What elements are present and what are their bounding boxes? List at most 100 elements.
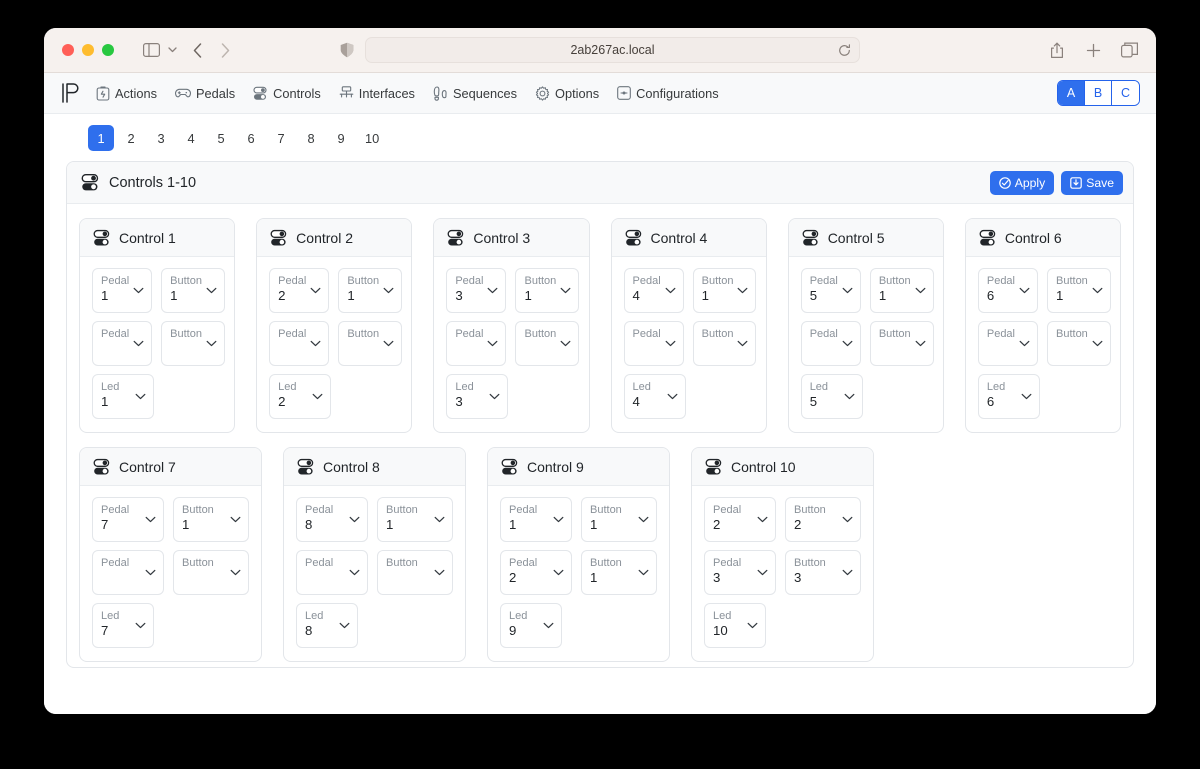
button-select[interactable]: Button 1 xyxy=(161,268,225,313)
nav-item-controls[interactable]: Controls xyxy=(253,86,321,101)
browser-toolbar-right xyxy=(1044,37,1142,63)
shield-icon[interactable] xyxy=(340,42,354,58)
button-select[interactable]: Button xyxy=(161,321,225,366)
pedal-select[interactable]: Pedal xyxy=(446,321,507,366)
save-button[interactable]: Save xyxy=(1061,170,1123,195)
pedal-select[interactable]: Pedal 7 xyxy=(92,497,164,542)
pedal-select[interactable]: Pedal 3 xyxy=(446,268,507,313)
controls-row-2: Control 7 Pedal 7 Button 1 Pedal Button Led 7 Co… xyxy=(79,447,1121,662)
led-select[interactable]: Led 5 xyxy=(800,374,863,419)
apply-button[interactable]: Apply xyxy=(989,170,1055,195)
button-select[interactable]: Button xyxy=(173,550,249,595)
pedal-select[interactable]: Pedal 5 xyxy=(800,268,861,313)
button-select[interactable]: Button xyxy=(692,321,757,366)
pedal-select[interactable]: Pedal xyxy=(623,321,684,366)
page-button-7[interactable]: 7 xyxy=(268,125,294,151)
page-button-1[interactable]: 1 xyxy=(88,125,114,151)
button-select[interactable]: Button xyxy=(869,321,934,366)
button-select[interactable]: Button xyxy=(515,321,580,366)
control-card-body: Pedal 3 Button 1 Pedal Button Led 3 xyxy=(434,257,588,432)
pedal-select[interactable]: Pedal xyxy=(296,550,368,595)
led-select[interactable]: Led 9 xyxy=(500,603,562,648)
led-select[interactable]: Led 10 xyxy=(704,603,766,648)
led-select[interactable]: Led 2 xyxy=(269,374,332,419)
button-select[interactable]: Button 3 xyxy=(785,550,861,595)
button-select[interactable]: Button 1 xyxy=(515,268,580,313)
pedal-select[interactable]: Pedal xyxy=(92,321,153,366)
control-card-title: Control 3 xyxy=(473,229,531,246)
chevron-down-icon xyxy=(911,340,926,347)
button-select[interactable]: Button 1 xyxy=(377,497,453,542)
button-select[interactable]: Button xyxy=(377,550,453,595)
pedal-select[interactable]: Pedal 6 xyxy=(977,268,1038,313)
control-card-header: Control 3 xyxy=(434,219,589,257)
pedal-select[interactable]: Pedal xyxy=(92,550,164,595)
page-button-8[interactable]: 8 xyxy=(298,125,324,151)
forward-arrow-icon[interactable] xyxy=(221,42,243,58)
led-select[interactable]: Led 4 xyxy=(623,374,686,419)
pedal-select[interactable]: Pedal 2 xyxy=(500,550,572,595)
control-card-body: Pedal 1 Button 1 Pedal 2 Button 1 Led 9 xyxy=(488,486,669,661)
page-button-3[interactable]: 3 xyxy=(148,125,174,151)
nav-item-pedals[interactable]: Pedals xyxy=(174,86,235,101)
share-icon[interactable] xyxy=(1044,37,1070,63)
control-field-row: Led 3 xyxy=(446,374,576,419)
button-select[interactable]: Button 1 xyxy=(173,497,249,542)
pedal-select[interactable]: Pedal 2 xyxy=(704,497,776,542)
led-select[interactable]: Led 3 xyxy=(446,374,509,419)
chevron-down-icon[interactable] xyxy=(165,37,179,63)
page-button-5[interactable]: 5 xyxy=(208,125,234,151)
page-button-6[interactable]: 6 xyxy=(238,125,264,151)
page-button-4[interactable]: 4 xyxy=(178,125,204,151)
pedal-select[interactable]: Pedal xyxy=(269,321,330,366)
pedal-select[interactable]: Pedal 1 xyxy=(92,268,153,313)
button-select[interactable]: Button 1 xyxy=(1047,268,1111,313)
nav-label: Configurations xyxy=(636,85,719,101)
page-button-2[interactable]: 2 xyxy=(118,125,144,151)
led-select[interactable]: Led 1 xyxy=(92,374,154,419)
pedal-select[interactable]: Pedal 2 xyxy=(269,268,330,313)
pedal-select[interactable]: Pedal 8 xyxy=(296,497,368,542)
led-select[interactable]: Led 8 xyxy=(296,603,358,648)
sidebar-icon[interactable] xyxy=(138,37,164,63)
nav-item-interfaces[interactable]: Interfaces xyxy=(339,86,415,101)
led-select[interactable]: Led 6 xyxy=(977,374,1040,419)
pedal-select[interactable]: Pedal xyxy=(977,321,1038,366)
close-window-button[interactable] xyxy=(62,44,74,56)
nav-item-actions[interactable]: Actions xyxy=(96,86,157,101)
nav-item-sequences[interactable]: Sequences xyxy=(433,86,517,101)
pedal-select[interactable]: Pedal 3 xyxy=(704,550,776,595)
pedal-select[interactable]: Pedal 1 xyxy=(500,497,572,542)
plus-icon[interactable] xyxy=(1080,37,1106,63)
nav-item-options[interactable]: Options xyxy=(535,86,599,101)
maximize-window-button[interactable] xyxy=(102,44,114,56)
tab-overview-icon[interactable] xyxy=(1116,37,1142,63)
led-select[interactable]: Led 7 xyxy=(92,603,154,648)
reload-icon[interactable] xyxy=(838,43,851,57)
button-select[interactable]: Button 1 xyxy=(338,268,403,313)
button-select[interactable]: Button 2 xyxy=(785,497,861,542)
page-button-9[interactable]: 9 xyxy=(328,125,354,151)
url-input[interactable]: 2ab267ac.local xyxy=(365,37,860,63)
button-select[interactable]: Button 1 xyxy=(581,497,657,542)
profile-button-b[interactable]: B xyxy=(1085,81,1112,105)
button-select[interactable]: Button 1 xyxy=(692,268,757,313)
button-select[interactable]: Button 1 xyxy=(581,550,657,595)
back-arrow-icon[interactable] xyxy=(193,42,215,58)
select-label: Pedal xyxy=(632,275,661,287)
pedal-select[interactable]: Pedal xyxy=(800,321,861,366)
minimize-window-button[interactable] xyxy=(82,44,94,56)
page-button-10[interactable]: 10 xyxy=(358,125,386,151)
select-label: Button xyxy=(170,328,202,340)
nav-label: Sequences xyxy=(452,85,518,101)
select-label: Led xyxy=(305,610,324,622)
profile-button-a[interactable]: A xyxy=(1058,81,1085,105)
nav-item-configurations[interactable]: Configurations xyxy=(617,86,719,101)
pedal-select[interactable]: Pedal 4 xyxy=(623,268,684,313)
button-select[interactable]: Button 1 xyxy=(869,268,934,313)
pedalino-logo[interactable] xyxy=(58,81,84,105)
profile-button-c[interactable]: C xyxy=(1112,81,1139,105)
button-select[interactable]: Button xyxy=(1047,321,1111,366)
button-select[interactable]: Button xyxy=(338,321,403,366)
select-label: Button xyxy=(386,504,418,516)
